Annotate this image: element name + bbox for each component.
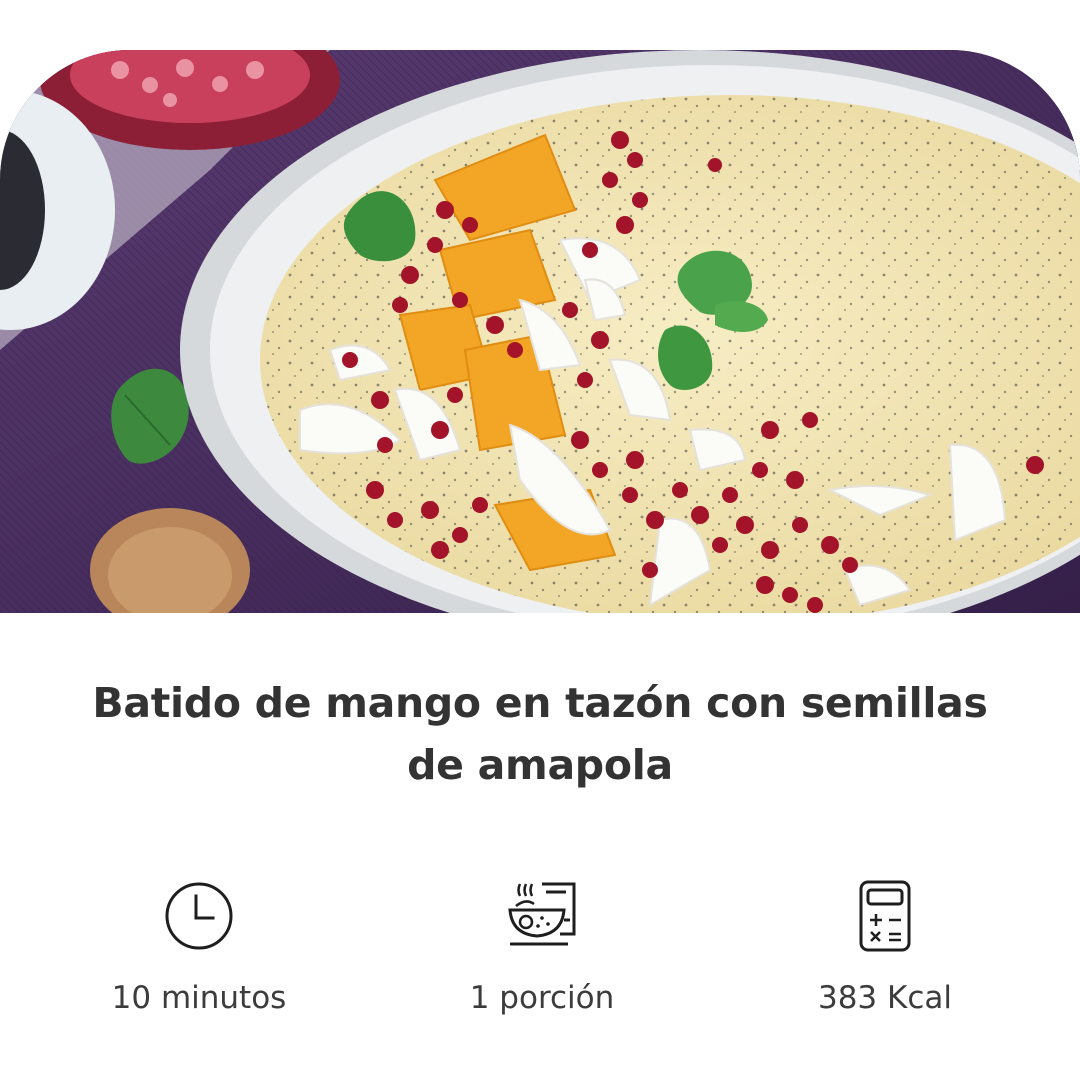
calories-stat: 383 Kcal (735, 878, 1035, 1018)
smoothie-bowl-image (0, 50, 1080, 613)
calories-label: 383 Kcal (817, 980, 952, 1016)
servings-label: 1 porción (469, 980, 615, 1016)
recipe-title: Batido de mango en tazón con semillas de… (92, 679, 988, 789)
servings-stat: 1 porción (392, 878, 692, 1018)
prep-time-label: 10 minutos (111, 980, 287, 1016)
prep-time-stat: 10 minutos (49, 878, 349, 1018)
bowl-serving-icon (508, 882, 576, 946)
calculator-icon (859, 880, 911, 952)
recipe-card[interactable]: Batido de mango en tazón con semillas de… (0, 0, 1080, 1080)
clock-icon (165, 882, 233, 950)
recipe-photo[interactable] (0, 50, 1080, 613)
